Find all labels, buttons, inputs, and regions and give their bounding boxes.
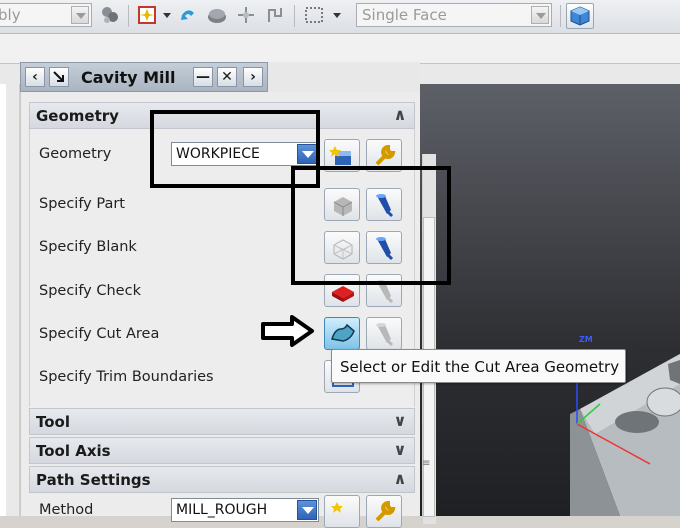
- toolbar-divider: [560, 5, 561, 27]
- specify-blank-label: Specify Blank: [39, 239, 137, 255]
- chevron-down-icon[interactable]: ∨: [390, 440, 410, 460]
- chevron-up-icon[interactable]: ∧: [390, 105, 410, 125]
- cut-area-icon: [331, 323, 355, 342]
- section-title: Tool Axis: [36, 442, 111, 460]
- display-cut-area-button[interactable]: [366, 317, 402, 350]
- chevron-up-icon[interactable]: ∧: [390, 469, 410, 489]
- minimize-button[interactable]: —: [193, 67, 213, 87]
- rectangle-select-icon[interactable]: [304, 5, 324, 25]
- part-model: ZM: [570, 335, 680, 516]
- collapse-button[interactable]: [49, 67, 69, 87]
- specify-cut-area-button[interactable]: [324, 317, 360, 350]
- minus-icon: —: [196, 69, 210, 85]
- flashlight-icon: [376, 323, 394, 347]
- window-edge: [0, 84, 6, 516]
- view-cube-button[interactable]: [566, 3, 594, 29]
- type-filter-combo[interactable]: bly: [0, 3, 92, 27]
- specify-trim-boundaries-label: Specify Trim Boundaries: [39, 369, 214, 385]
- new-method-button[interactable]: [324, 495, 360, 528]
- method-select[interactable]: MILL_ROUGH: [171, 498, 319, 522]
- forward-button[interactable]: ›: [243, 67, 263, 87]
- annotation-arrow-icon: [260, 314, 316, 352]
- chevron-right-icon: ›: [250, 69, 256, 85]
- resize-grip-icon[interactable]: ≡: [422, 459, 430, 469]
- toolbar-divider: [294, 5, 295, 27]
- tooltip-text: Select or Edit the Cut Area Geometry: [340, 358, 620, 376]
- solid-icon[interactable]: [206, 5, 226, 25]
- chevron-down-icon[interactable]: ∨: [390, 411, 410, 431]
- selection-filter-value: Single Face: [362, 6, 447, 24]
- chevron-down-icon[interactable]: [163, 13, 171, 18]
- top-toolbar: bly Single Face: [0, 0, 680, 34]
- chevron-down-icon[interactable]: [71, 6, 89, 24]
- section-header-path-settings[interactable]: Path Settings ∧: [29, 466, 415, 493]
- arrow-diagonal-icon: [53, 71, 64, 82]
- curve-icon[interactable]: [266, 5, 286, 25]
- section-title: Tool: [36, 413, 70, 431]
- tooltip: Select or Edit the Cut Area Geometry: [331, 349, 626, 383]
- type-filter-value: bly: [0, 6, 21, 24]
- chevron-down-icon[interactable]: [333, 13, 341, 18]
- selection-filter-combo[interactable]: Single Face: [356, 3, 552, 27]
- cube-icon: [570, 6, 590, 26]
- back-button[interactable]: ‹: [25, 67, 45, 87]
- graphics-viewport[interactable]: ZM: [420, 84, 680, 516]
- specify-part-label: Specify Part: [39, 196, 125, 212]
- axis-label: ZM: [579, 335, 593, 344]
- chevron-down-icon[interactable]: [297, 500, 317, 520]
- section-title: Geometry: [36, 107, 119, 125]
- section-header-tool-axis[interactable]: Tool Axis ∨: [29, 437, 415, 464]
- specify-cut-area-label: Specify Cut Area: [39, 326, 160, 342]
- select-all-icon[interactable]: [138, 5, 158, 25]
- section-title: Path Settings: [36, 471, 151, 489]
- scope-icon[interactable]: [100, 5, 120, 25]
- secondary-toolbar: [0, 34, 680, 64]
- annotation-box-part-blank: [291, 166, 451, 285]
- close-icon: ✕: [221, 69, 233, 85]
- toolbar-divider: [128, 5, 129, 27]
- geometry-label: Geometry: [39, 146, 112, 162]
- chevron-left-icon: ‹: [32, 69, 38, 85]
- new-method-icon: [331, 502, 343, 513]
- snap-point-icon[interactable]: [236, 5, 256, 25]
- arrow-back-icon[interactable]: [178, 5, 198, 25]
- chevron-down-icon[interactable]: [531, 6, 549, 24]
- close-button[interactable]: ✕: [217, 67, 237, 87]
- dialog-titlebar[interactable]: ‹ Cavity Mill — ✕ ›: [20, 62, 268, 92]
- edit-method-button[interactable]: [366, 495, 402, 528]
- specify-check-label: Specify Check: [39, 283, 141, 299]
- section-header-tool[interactable]: Tool ∨: [29, 408, 415, 435]
- wrench-icon: [375, 500, 396, 522]
- dialog-title: Cavity Mill: [81, 68, 176, 87]
